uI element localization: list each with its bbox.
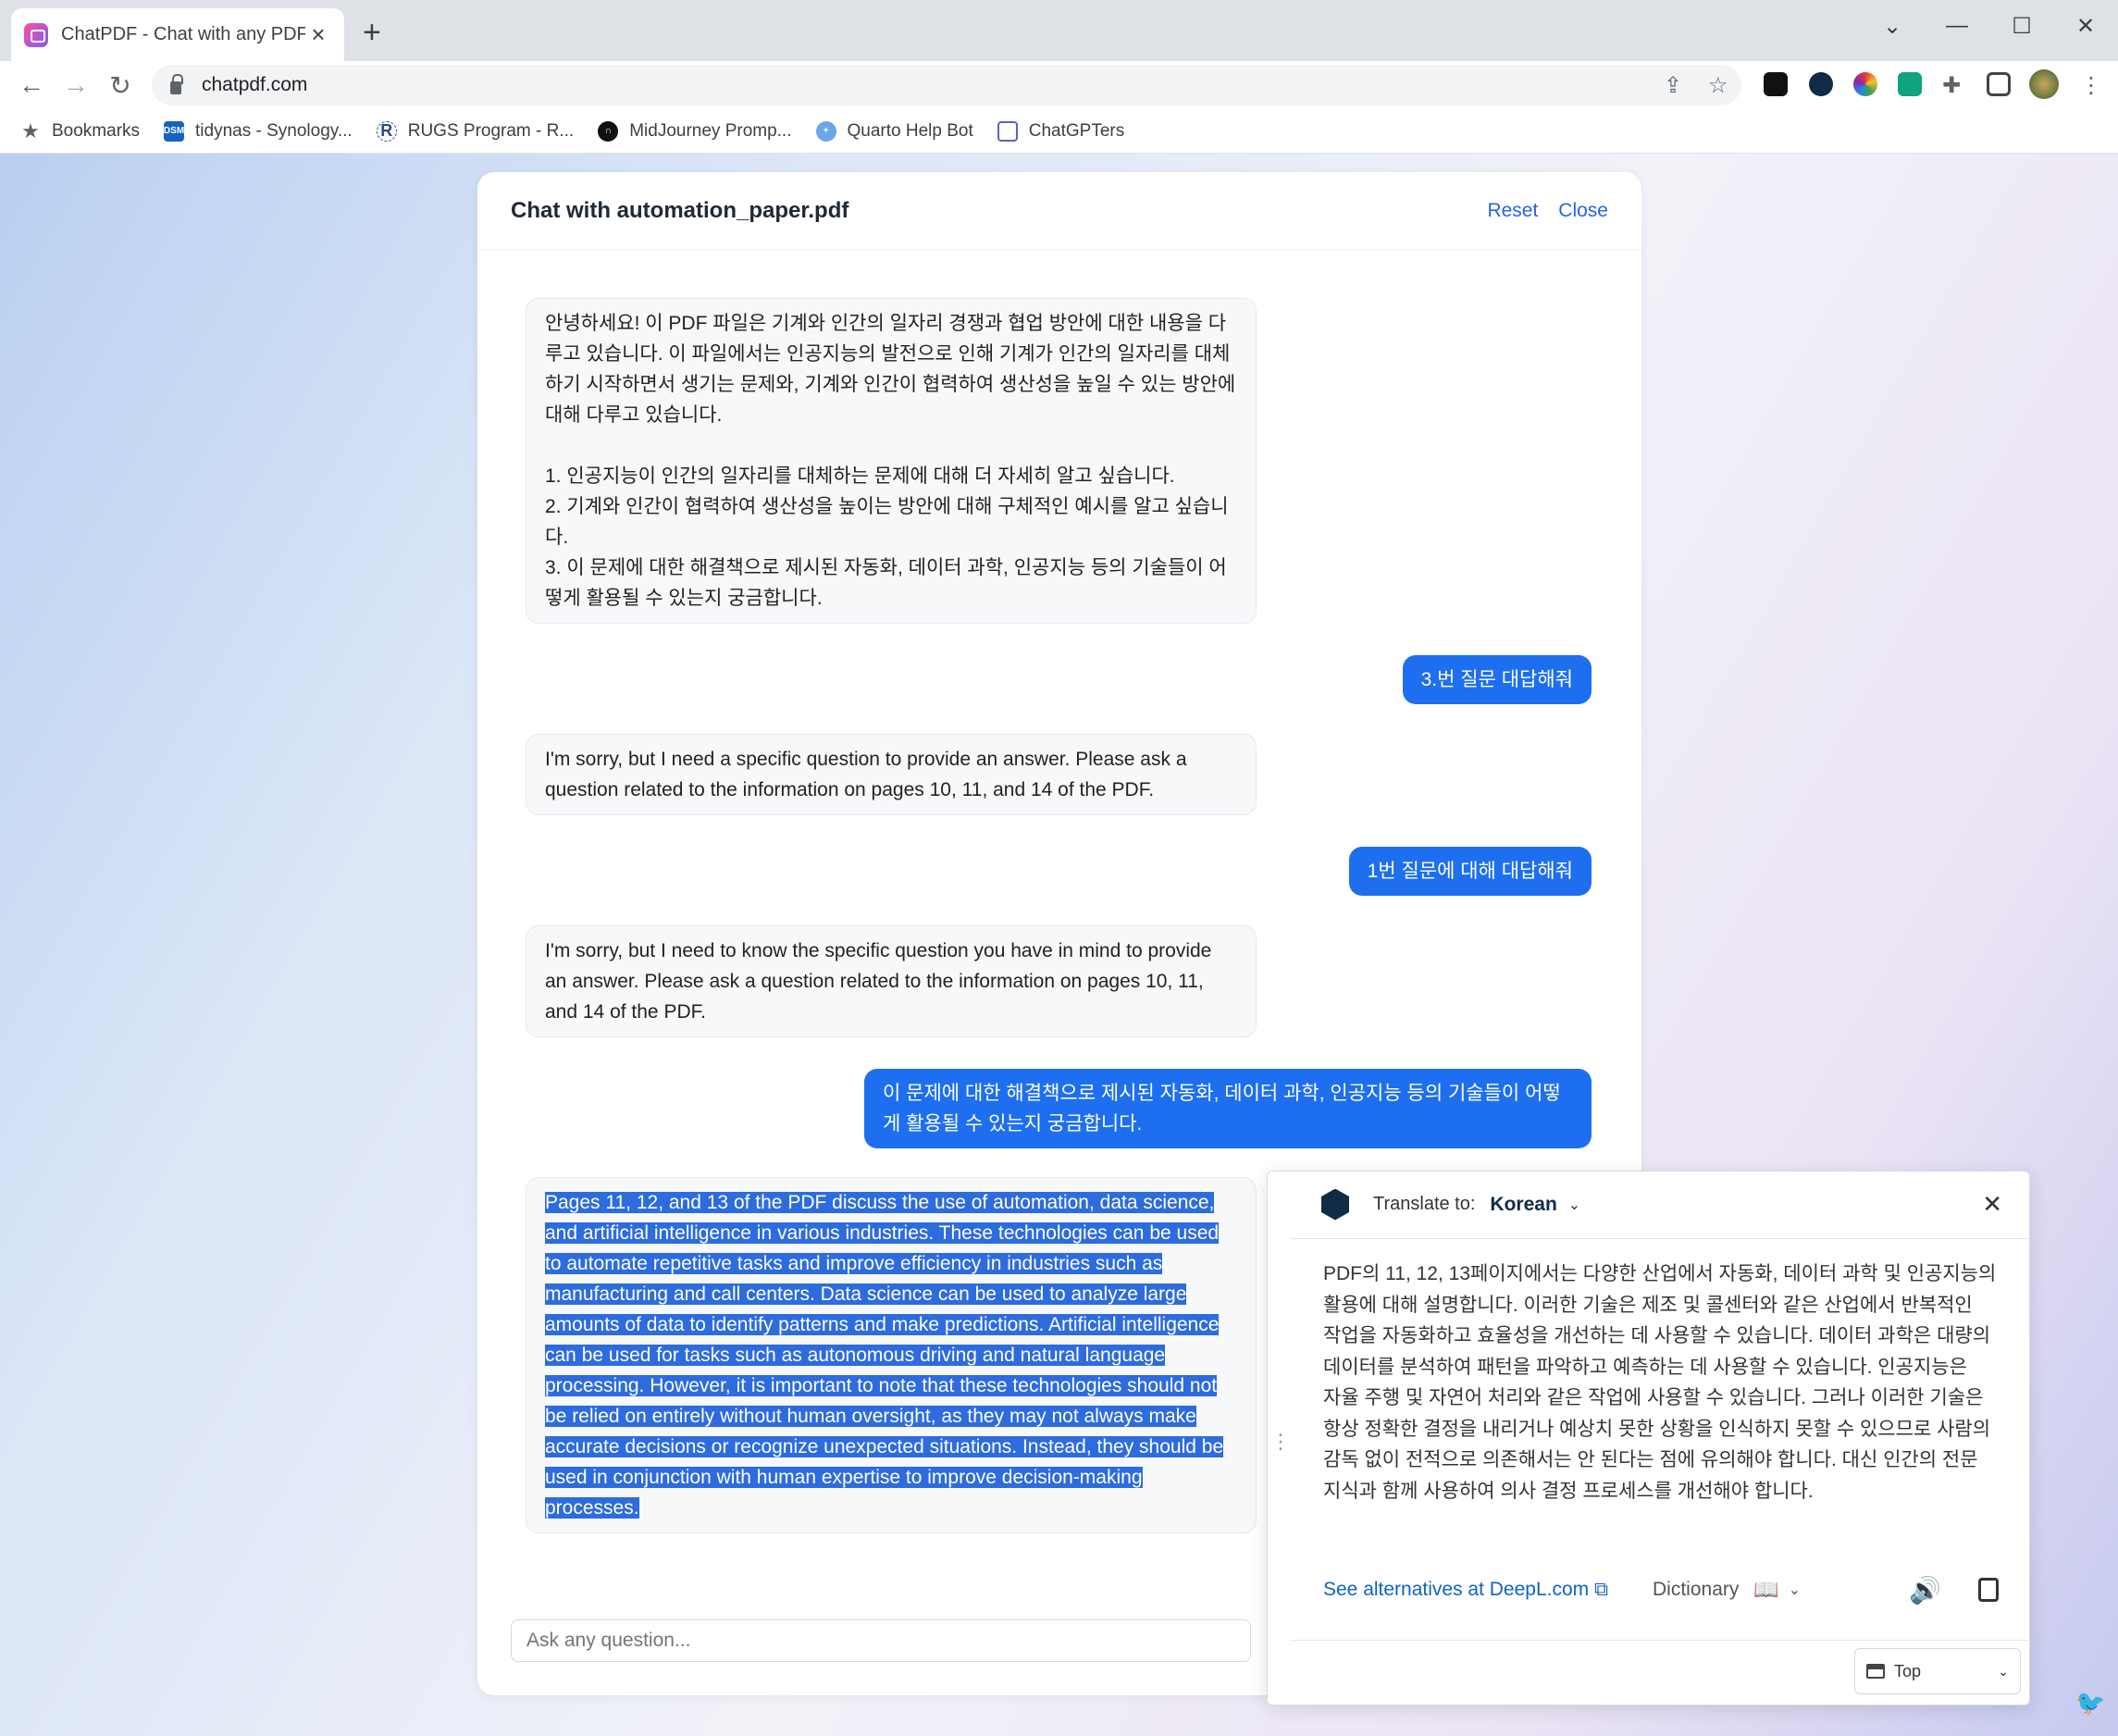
external-link-icon: ⧉: [1594, 1579, 1609, 1600]
chat-header: Chat with automation_paper.pdf Reset Clo…: [477, 172, 1641, 250]
bot-message: 안녕하세요! 이 PDF 파일은 기계와 인간의 일자리 경쟁과 협업 방안에 …: [526, 298, 1257, 624]
message-paragraph: 3. 이 문제에 대한 해결책으로 제시된 자동화, 데이터 과학, 인공지능 …: [545, 557, 1227, 609]
message-paragraph: 1. 인공지능이 인간의 일자리를 대체하는 문제에 대해 더 자세히 알고 싶…: [545, 465, 1175, 487]
speaker-icon[interactable]: 🔊: [1909, 1575, 1941, 1606]
profile-avatar[interactable]: [2029, 69, 2059, 99]
star-icon: ★: [21, 118, 40, 143]
bookmark-item[interactable]: DSM tidynas - Synology...: [164, 120, 353, 142]
globe-icon: +: [815, 120, 836, 142]
dictionary-button[interactable]: Dictionary: [1653, 1579, 1739, 1601]
bookmark-item[interactable]: ∩ MidJourney Promp...: [598, 120, 792, 142]
tab-title: ChatPDF - Chat with any PDF!: [61, 24, 305, 44]
bookmark-star-icon[interactable]: ☆: [1708, 72, 1728, 99]
extension-deepl-icon[interactable]: [1809, 72, 1833, 96]
side-panel-icon[interactable]: [1987, 72, 2011, 96]
message-paragraph: 2. 기계와 인간이 협력하여 생산성을 높이는 방안에 대해 구체적인 예시를…: [545, 496, 1229, 548]
chevron-down-icon: ⌄: [1998, 1663, 2009, 1679]
bookmark-item[interactable]: ★ Bookmarks: [20, 118, 140, 143]
message-paragraph: 안녕하세요! 이 PDF 파일은 기계와 인간의 일자리 경쟁과 협업 방안에 …: [545, 313, 1236, 426]
tab-close-icon[interactable]: ×: [305, 20, 331, 49]
midjourney-icon: ∩: [598, 120, 619, 142]
chevron-down-icon[interactable]: ⌄: [1568, 1196, 1580, 1214]
maximize-icon[interactable]: ☐: [1989, 7, 2054, 44]
bot-message-selected: Pages 11, 12, and 13 of the PDF discuss …: [526, 1177, 1257, 1533]
r-icon: R: [376, 120, 397, 142]
target-language-select[interactable]: Korean: [1490, 1194, 1556, 1216]
lock-icon: [170, 74, 183, 94]
translate-to-label: Translate to:: [1373, 1194, 1476, 1214]
window-icon: [1866, 1664, 1885, 1679]
book-icon: 📖: [1753, 1578, 1779, 1601]
new-tab-icon[interactable]: +: [363, 17, 381, 48]
copy-icon[interactable]: [1978, 1578, 1999, 1602]
see-alternatives-link[interactable]: See alternatives at DeepL.com ⧉: [1323, 1579, 1608, 1601]
minimize-icon[interactable]: —: [1925, 7, 1989, 44]
bot-message: I'm sorry, but I need a specific questio…: [526, 734, 1257, 815]
forward-icon[interactable]: →: [57, 67, 94, 104]
bookmark-item[interactable]: R RUGS Program - R...: [376, 120, 574, 142]
deepl-footer: See alternatives at DeepL.com ⧉ Dictiona…: [1323, 1573, 1999, 1606]
user-message: 3.번 질문 대답해줘: [1402, 655, 1592, 704]
deepl-header: Translate to: Korean ⌄ ✕: [1290, 1171, 2030, 1239]
chatpdf-favicon-icon: [24, 22, 48, 47]
divider: [1290, 1640, 2030, 1641]
tab-search-icon[interactable]: ⌄: [1860, 7, 1925, 44]
position-select[interactable]: Top ⌄: [1854, 1648, 2021, 1694]
twitter-icon[interactable]: 🐦: [2075, 1689, 2105, 1717]
bookmarks-bar: ★ Bookmarks DSM tidynas - Synology... R RUG…: [0, 109, 2118, 154]
reload-icon[interactable]: ↻: [102, 67, 139, 104]
extension-color-icon[interactable]: [1853, 72, 1877, 96]
extension-gpt-icon[interactable]: [1898, 72, 1922, 96]
deepl-logo-icon: [1321, 1188, 1349, 1221]
window-close-icon[interactable]: ✕: [2053, 7, 2118, 44]
share-icon[interactable]: ⇪: [1664, 72, 1682, 99]
back-icon[interactable]: ←: [13, 67, 50, 104]
user-message: 1번 질문에 대해 대답해줘: [1348, 847, 1592, 896]
close-icon[interactable]: ✕: [1982, 1190, 2002, 1219]
bookmark-item[interactable]: + Quarto Help Bot: [815, 120, 973, 142]
dsm-icon: DSM: [164, 120, 184, 142]
selected-text: Pages 11, 12, and 13 of the PDF discuss …: [545, 1192, 1224, 1519]
chevron-down-icon[interactable]: ⌄: [1789, 1581, 1801, 1599]
extension-chatgpt-icon[interactable]: [1764, 72, 1788, 96]
reset-button[interactable]: Reset: [1487, 200, 1538, 222]
user-message: 이 문제에 대한 해결책으로 제시된 자동화, 데이터 과학, 인공지능 등의 …: [864, 1069, 1592, 1148]
url-text: chatpdf.com: [202, 74, 308, 95]
close-button[interactable]: Close: [1558, 200, 1608, 222]
extensions-puzzle-icon[interactable]: ✚: [1942, 72, 1961, 99]
chat-title: Chat with automation_paper.pdf: [511, 197, 849, 223]
translation-text: PDF의 11, 12, 13페이지에서는 다양한 산업에서 자동화, 데이터 …: [1323, 1263, 1997, 1502]
browser-tab[interactable]: ChatPDF - Chat with any PDF! ×: [11, 8, 344, 61]
question-input[interactable]: [511, 1619, 1251, 1662]
bot-message: I'm sorry, but I need to know the specif…: [526, 925, 1257, 1037]
bookmark-item[interactable]: ChatGPTers: [997, 120, 1124, 142]
chatgpters-icon: [997, 120, 1018, 142]
drag-handle-icon[interactable]: ⋮: [1270, 1430, 1291, 1454]
menu-kebab-icon[interactable]: ⋮: [2080, 72, 2102, 99]
address-bar[interactable]: chatpdf.com: [152, 65, 1741, 105]
